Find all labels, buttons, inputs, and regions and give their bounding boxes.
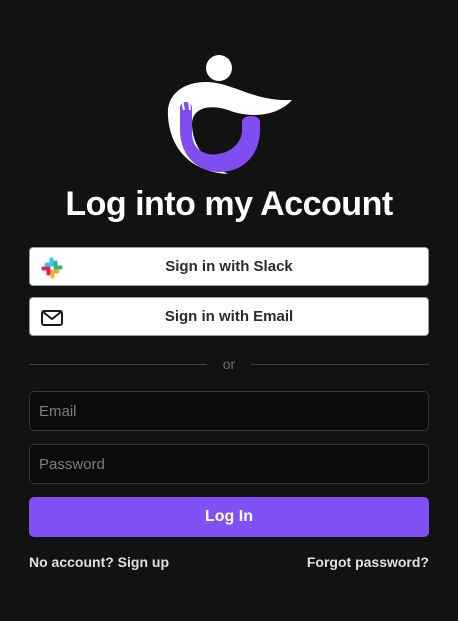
divider-line-right bbox=[251, 364, 429, 365]
login-button[interactable]: Log In bbox=[29, 497, 429, 537]
page-title: Log into my Account bbox=[65, 185, 393, 223]
forgot-password-link[interactable]: Forgot password? bbox=[307, 552, 429, 572]
or-divider: or bbox=[29, 354, 429, 374]
sign-in-email-label: Sign in with Email bbox=[164, 308, 294, 325]
email-input[interactable] bbox=[29, 391, 429, 431]
brand-logo bbox=[167, 55, 292, 174]
sign-in-email-button[interactable]: Sign in with Email bbox=[29, 297, 429, 336]
sign-in-slack-button[interactable]: Sign in with Slack bbox=[29, 247, 429, 286]
signup-link[interactable]: No account? Sign up bbox=[29, 552, 169, 572]
password-input[interactable] bbox=[29, 444, 429, 484]
sign-in-slack-label: Sign in with Slack bbox=[165, 258, 293, 275]
